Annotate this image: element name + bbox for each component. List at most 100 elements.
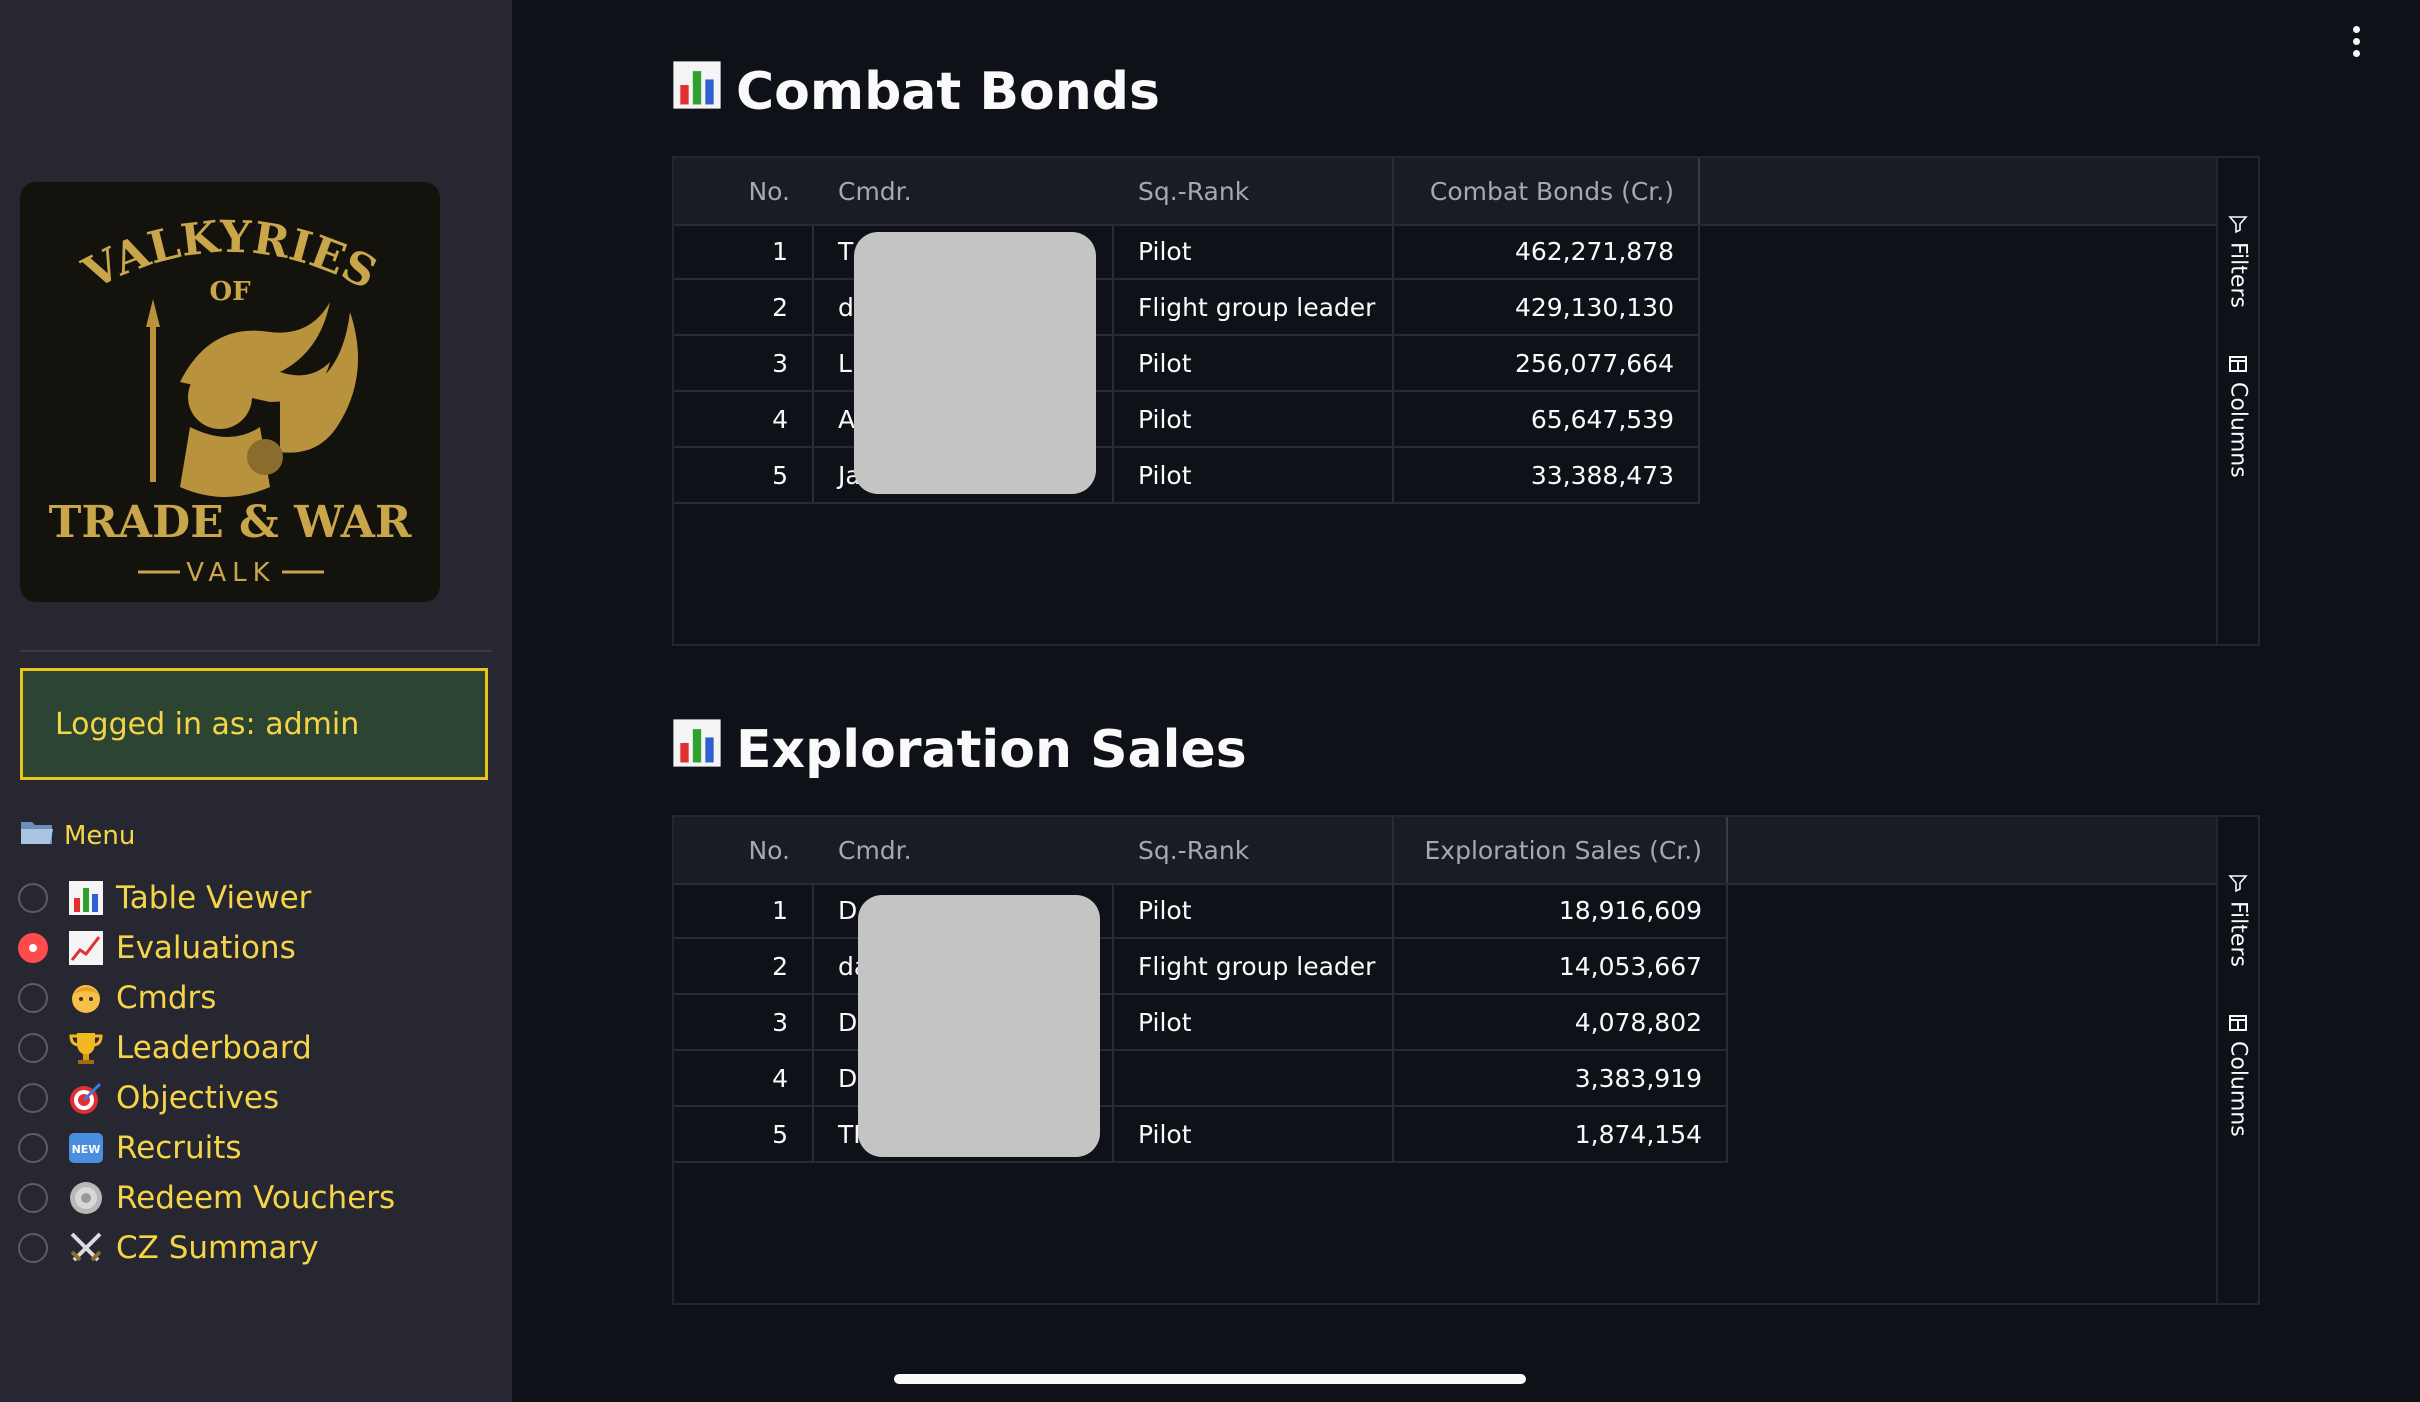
menu-item-label: Leaderboard [116,1030,312,1066]
menu-item-evaluations[interactable]: Evaluations [18,926,296,970]
bar-chart-icon [672,58,722,125]
login-status-text: Logged in as: admin [55,706,360,742]
menu-item-label: Cmdrs [116,980,217,1016]
target-icon [66,1078,106,1118]
cell-no[interactable]: 5 [674,1107,814,1163]
crossed-swords-icon [66,1228,106,1268]
menu-item-redeem-vouchers[interactable]: Redeem Vouchers [18,1176,395,1220]
logo-line3: TRADE & WAR [49,497,412,548]
trending-chart-icon [66,928,106,968]
menu-item-label: Objectives [116,1080,280,1116]
data-grid-combat-bonds[interactable]: No. Cmdr. Sq.-Rank Combat Bonds (Cr.) 1T… [672,156,2260,646]
menu-item-objectives[interactable]: Objectives [18,1076,279,1120]
main-menu-kebab-icon[interactable] [2346,26,2366,60]
cell-rank[interactable]: Pilot [1114,336,1394,392]
cell-rank[interactable]: Flight group leader [1114,280,1394,336]
radio-button[interactable] [18,1233,48,1263]
radio-button[interactable] [18,1033,48,1063]
column-header-no[interactable]: No. [674,158,814,224]
section-title-text: Combat Bonds [736,61,1160,122]
menu-item-label: CZ Summary [116,1230,319,1266]
cell-no[interactable]: 3 [674,995,814,1051]
squadron-logo: VALKYRIES OF TRADE & WAR VALK [20,182,440,602]
cell-rank[interactable]: Pilot [1114,883,1394,939]
cell-no[interactable]: 4 [674,1051,814,1107]
cell-rank[interactable]: Pilot [1114,392,1394,448]
cell-rank[interactable]: Pilot [1114,448,1394,504]
cell-value[interactable]: 462,271,878 [1394,224,1700,280]
columns-icon [2229,356,2247,372]
column-header-cmdr[interactable]: Cmdr. [814,158,1114,224]
columns-label: Columns [2225,382,2251,478]
section-title-text: Exploration Sales [736,719,1247,780]
cell-rank[interactable]: Flight group leader [1114,939,1394,995]
redacted-names [854,232,1096,494]
trophy-icon [66,1028,106,1068]
radio-button[interactable] [18,1133,48,1163]
filter-icon [2228,875,2248,893]
cell-value[interactable]: 14,053,667 [1394,939,1728,995]
sidebar: VALKYRIES OF TRADE & WAR VALK Logged in … [0,0,512,1402]
columns-button[interactable]: Columns [2218,1013,2258,1137]
column-header-rank[interactable]: Sq.-Rank [1114,158,1394,224]
filters-button[interactable]: Filters [2218,214,2258,308]
cell-no[interactable]: 2 [674,939,814,995]
cell-value[interactable]: 18,916,609 [1394,883,1728,939]
cell-value[interactable]: 256,077,664 [1394,336,1700,392]
menu-item-cmdrs[interactable]: Cmdrs [18,976,216,1020]
columns-button[interactable]: Columns [2218,354,2258,478]
cell-no[interactable]: 4 [674,392,814,448]
cell-rank[interactable]: Pilot [1114,224,1394,280]
menu-item-label: Evaluations [116,930,296,966]
menu-item-label: Table Viewer [116,880,312,916]
column-header-value[interactable]: Combat Bonds (Cr.) [1394,158,1700,224]
menu-title: Menu [64,820,136,851]
filters-button[interactable]: Filters [2218,873,2258,967]
columns-label: Columns [2225,1041,2251,1137]
column-header-no[interactable]: No. [674,817,814,883]
section-title-combat-bonds: Combat Bonds [672,58,1160,125]
radio-button[interactable] [18,1083,48,1113]
radio-button[interactable] [18,983,48,1013]
bar-chart-icon [66,878,106,918]
cell-value[interactable]: 3,383,919 [1394,1051,1728,1107]
bar-chart-icon [672,716,722,783]
cell-value[interactable]: 429,130,130 [1394,280,1700,336]
cell-value[interactable]: 33,388,473 [1394,448,1700,504]
cell-rank[interactable]: Pilot [1114,1107,1394,1163]
column-header-value[interactable]: Exploration Sales (Cr.) [1394,817,1728,883]
logo-line4: VALK [186,558,275,588]
column-header-cmdr[interactable]: Cmdr. [814,817,1114,883]
login-status-alert: Logged in as: admin [20,668,488,780]
menu-item-leaderboard[interactable]: Leaderboard [18,1026,312,1070]
grid-side-toolbar: Filters Columns [2216,817,2258,1303]
cell-no[interactable]: 2 [674,280,814,336]
new-badge-icon: NEW [66,1128,106,1168]
radio-button-selected[interactable] [18,933,48,963]
home-indicator-bar[interactable] [894,1374,1526,1384]
menu-item-cz-summary[interactable]: CZ Summary [18,1226,319,1270]
radio-button[interactable] [18,883,48,913]
menu-item-recruits[interactable]: NEW Recruits [18,1126,242,1170]
column-header-rank[interactable]: Sq.-Rank [1114,817,1394,883]
cell-no[interactable]: 5 [674,448,814,504]
menu-heading: Menu [20,818,135,853]
menu-item-table-viewer[interactable]: Table Viewer [18,876,311,920]
cell-no[interactable]: 1 [674,224,814,280]
cell-value[interactable]: 4,078,802 [1394,995,1728,1051]
redacted-names [858,895,1100,1157]
cell-value[interactable]: 1,874,154 [1394,1107,1728,1163]
filter-icon [2228,216,2248,234]
cell-rank[interactable] [1114,1051,1394,1107]
data-grid-exploration-sales[interactable]: No. Cmdr. Sq.-Rank Exploration Sales (Cr… [672,815,2260,1305]
columns-icon [2229,1015,2247,1031]
sidebar-divider [20,650,492,652]
grid-side-toolbar: Filters Columns [2216,158,2258,644]
cell-value[interactable]: 65,647,539 [1394,392,1700,448]
cell-no[interactable]: 3 [674,336,814,392]
cell-rank[interactable]: Pilot [1114,995,1394,1051]
menu-item-label: Redeem Vouchers [116,1180,396,1216]
folder-icon [20,818,54,853]
cell-no[interactable]: 1 [674,883,814,939]
radio-button[interactable] [18,1183,48,1213]
